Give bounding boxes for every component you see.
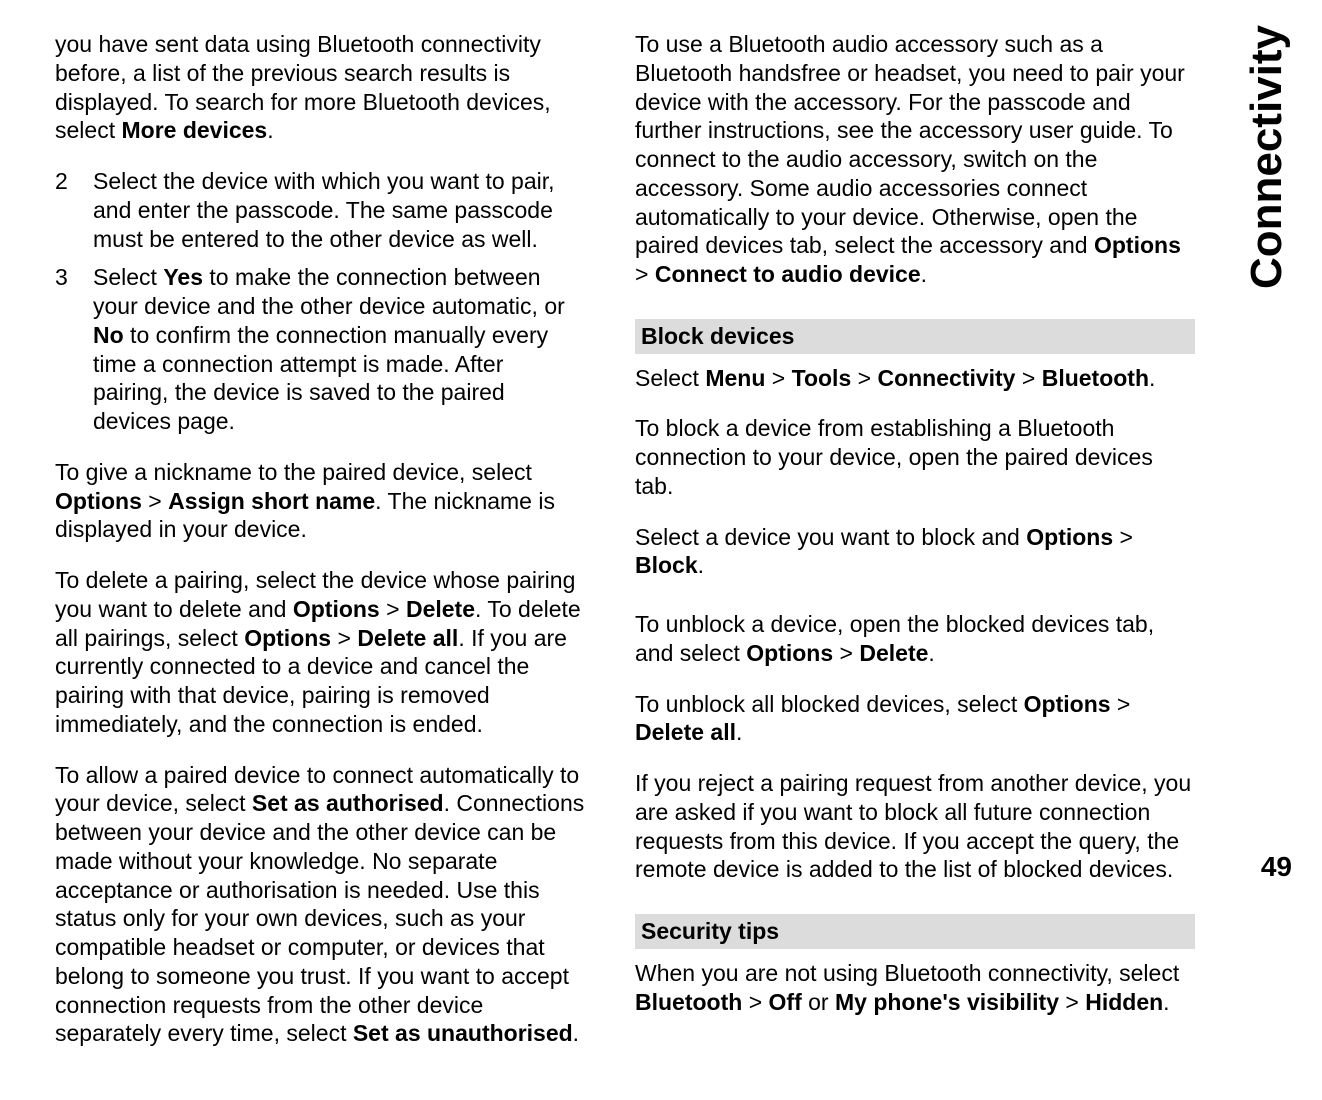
ui-label: More devices bbox=[121, 117, 267, 143]
ui-label: My phone's visibility bbox=[835, 989, 1059, 1015]
body-text: or bbox=[802, 989, 835, 1015]
ui-label: Tools bbox=[792, 365, 852, 391]
body-text: To use a Bluetooth audio accessory such … bbox=[635, 31, 1185, 258]
body-text: > bbox=[1015, 365, 1041, 391]
body-text: . bbox=[736, 719, 742, 745]
ui-label: Options bbox=[244, 625, 331, 651]
body-text: Select a device you want to block and bbox=[635, 524, 1026, 550]
ui-label: Options bbox=[1094, 232, 1181, 258]
step-list: 2 Select the device with which you want … bbox=[55, 167, 585, 436]
nickname-paragraph: To give a nickname to the paired device,… bbox=[55, 458, 585, 544]
body-text: . bbox=[698, 552, 704, 578]
ui-label: Menu bbox=[705, 365, 765, 391]
step-item: 2 Select the device with which you want … bbox=[55, 167, 585, 253]
body-text: . bbox=[573, 1020, 579, 1046]
unblock-all-paragraph: To unblock all blocked devices, select O… bbox=[635, 690, 1195, 748]
ui-label: Yes bbox=[163, 264, 203, 290]
block-intro-paragraph: To block a device from establishing a Bl… bbox=[635, 414, 1195, 500]
body-text: > bbox=[742, 989, 768, 1015]
ui-label: Delete all bbox=[357, 625, 458, 651]
block-path-paragraph: Select Menu > Tools > Connectivity > Blu… bbox=[635, 364, 1195, 393]
step-number: 2 bbox=[55, 167, 93, 253]
ui-label: Bluetooth bbox=[635, 989, 742, 1015]
ui-label: Delete bbox=[406, 596, 475, 622]
body-text: . bbox=[921, 261, 927, 287]
body-text: To give a nickname to the paired device,… bbox=[55, 459, 532, 485]
body-text: > bbox=[1113, 524, 1133, 550]
chapter-label: Connectivity bbox=[1239, 25, 1294, 289]
left-column: you have sent data using Bluetooth conne… bbox=[55, 30, 585, 1070]
security-paragraph: When you are not using Bluetooth connect… bbox=[635, 959, 1195, 1017]
step-number: 3 bbox=[55, 263, 93, 436]
step-item: 3 Select Yes to make the connection betw… bbox=[55, 263, 585, 436]
body-text: > bbox=[635, 261, 655, 287]
ui-label: Set as authorised bbox=[252, 790, 444, 816]
security-tips-heading: Security tips bbox=[635, 914, 1195, 949]
body-text: > bbox=[1059, 989, 1085, 1015]
body-text: > bbox=[142, 488, 168, 514]
unblock-paragraph: To unblock a device, open the blocked de… bbox=[635, 610, 1195, 668]
reject-paragraph: If you reject a pairing request from ano… bbox=[635, 769, 1195, 884]
delete-pairing-paragraph: To delete a pairing, select the device w… bbox=[55, 566, 585, 739]
right-column: To use a Bluetooth audio accessory such … bbox=[635, 30, 1195, 1070]
body-text: Select bbox=[93, 264, 163, 290]
authorised-paragraph: To allow a paired device to connect auto… bbox=[55, 761, 585, 1049]
ui-label: Connect to audio device bbox=[655, 261, 921, 287]
ui-label: Delete all bbox=[635, 719, 736, 745]
body-text: . bbox=[1149, 365, 1155, 391]
audio-accessory-paragraph: To use a Bluetooth audio accessory such … bbox=[635, 30, 1195, 289]
ui-label: Options bbox=[293, 596, 380, 622]
body-text: To unblock all blocked devices, select bbox=[635, 691, 1024, 717]
ui-label: Off bbox=[769, 989, 802, 1015]
ui-label: Bluetooth bbox=[1042, 365, 1149, 391]
ui-label: Connectivity bbox=[877, 365, 1015, 391]
ui-label: Set as unauthorised bbox=[353, 1020, 573, 1046]
body-text: When you are not using Bluetooth connect… bbox=[635, 960, 1179, 986]
body-text: > bbox=[833, 640, 859, 666]
step-text: Select Yes to make the connection betwee… bbox=[93, 263, 585, 436]
body-text: Select bbox=[635, 365, 705, 391]
body-text: . bbox=[1163, 989, 1169, 1015]
body-text: > bbox=[331, 625, 357, 651]
ui-label: No bbox=[93, 322, 124, 348]
body-text: > bbox=[1111, 691, 1131, 717]
ui-label: Options bbox=[746, 640, 833, 666]
ui-label: Options bbox=[1024, 691, 1111, 717]
ui-label: Options bbox=[55, 488, 142, 514]
body-text: . bbox=[267, 117, 273, 143]
ui-label: Assign short name bbox=[168, 488, 375, 514]
step-text: Select the device with which you want to… bbox=[93, 167, 585, 253]
block-action-paragraph: Select a device you want to block and Op… bbox=[635, 523, 1195, 581]
page-number: 49 bbox=[1261, 849, 1292, 884]
body-text: . bbox=[928, 640, 934, 666]
body-text: > bbox=[851, 365, 877, 391]
block-devices-heading: Block devices bbox=[635, 319, 1195, 354]
body-text: to confirm the connection manually every… bbox=[93, 322, 548, 434]
ui-label: Delete bbox=[859, 640, 928, 666]
body-text: > bbox=[765, 365, 791, 391]
ui-label: Options bbox=[1026, 524, 1113, 550]
body-text: . Connections between your device and th… bbox=[55, 790, 584, 1046]
body-text: > bbox=[380, 596, 406, 622]
ui-label: Hidden bbox=[1085, 989, 1163, 1015]
ui-label: Block bbox=[635, 552, 698, 578]
manual-page: you have sent data using Bluetooth conne… bbox=[0, 0, 1322, 1100]
intro-continuation: you have sent data using Bluetooth conne… bbox=[55, 30, 585, 145]
